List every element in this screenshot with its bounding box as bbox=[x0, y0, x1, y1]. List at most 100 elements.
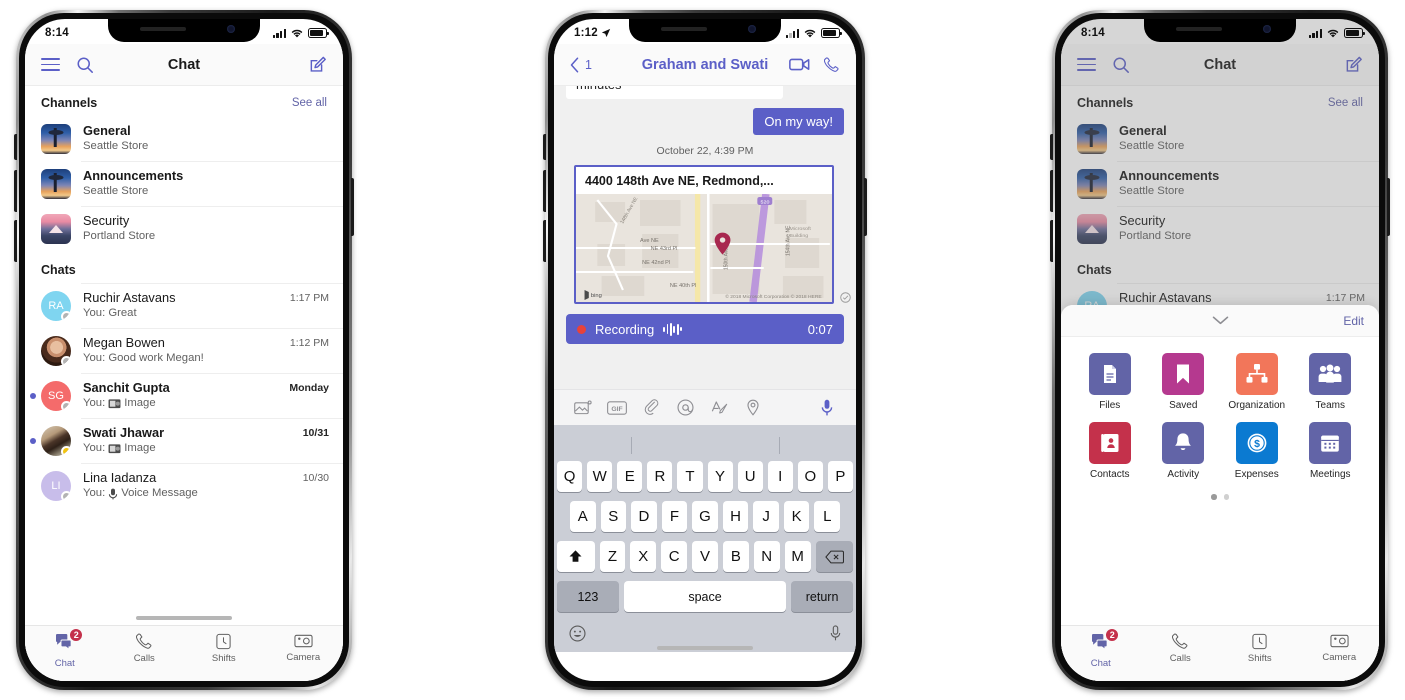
nav-left-group[interactable]: 1 bbox=[570, 56, 592, 73]
tab-calls[interactable]: Calls bbox=[105, 633, 185, 664]
page-dot-active[interactable] bbox=[1211, 494, 1217, 500]
volume-up-button[interactable] bbox=[1050, 170, 1053, 212]
silent-switch[interactable] bbox=[14, 134, 17, 160]
chat-row-megan[interactable]: Megan Bowen You: Good work Megan! 1:12 P… bbox=[25, 328, 343, 373]
chevron-left-icon[interactable] bbox=[570, 56, 579, 73]
power-button[interactable] bbox=[864, 178, 867, 236]
avatar: SG bbox=[41, 380, 71, 411]
key-W[interactable]: W bbox=[587, 461, 613, 492]
app-expenses[interactable]: $ Expenses bbox=[1220, 422, 1294, 480]
emoji-icon[interactable] bbox=[569, 625, 586, 642]
image-icon[interactable] bbox=[566, 400, 600, 415]
app-organization[interactable]: Organization bbox=[1220, 353, 1294, 411]
message-thread[interactable]: minutes On my way! October 22, 4:39 PM 4… bbox=[554, 86, 856, 389]
recording-bar[interactable]: Recording 0:07 bbox=[566, 314, 844, 344]
tab-calls[interactable]: Calls bbox=[1141, 633, 1221, 664]
hamburger-icon[interactable] bbox=[41, 57, 60, 72]
key-U[interactable]: U bbox=[737, 461, 763, 492]
key-V[interactable]: V bbox=[692, 541, 718, 572]
chat-row-lina[interactable]: LI Lina Iadanza You: Voice Message 10/30 bbox=[25, 463, 343, 508]
key-J[interactable]: J bbox=[753, 501, 779, 532]
app-files[interactable]: Files bbox=[1073, 353, 1147, 411]
key-M[interactable]: M bbox=[784, 541, 811, 572]
tab-chat[interactable]: 2 Chat bbox=[1061, 628, 1141, 669]
tab-shifts[interactable]: Shifts bbox=[184, 633, 264, 664]
key-Z[interactable]: Z bbox=[599, 541, 626, 572]
map-view[interactable]: 520 NE 43rd Pl NE 42nd Pl NE 40th Pl Ave… bbox=[576, 194, 832, 302]
key-S[interactable]: S bbox=[600, 501, 627, 532]
message-outgoing[interactable]: On my way! bbox=[554, 99, 856, 135]
microphone-icon[interactable] bbox=[810, 399, 844, 417]
tab-camera[interactable]: Camera bbox=[264, 633, 344, 663]
key-L[interactable]: L bbox=[814, 501, 841, 532]
key-X[interactable]: X bbox=[630, 541, 657, 572]
location-pin-icon[interactable] bbox=[736, 399, 770, 416]
map-message[interactable]: 4400 148th Ave NE, Redmond,... 520 NE 43… bbox=[554, 165, 856, 304]
gif-icon[interactable]: GIF bbox=[600, 400, 634, 415]
return-key[interactable]: return bbox=[791, 581, 854, 612]
see-all-link[interactable]: See all bbox=[292, 97, 327, 109]
key-R[interactable]: R bbox=[647, 461, 673, 492]
app-teams[interactable]: Teams bbox=[1294, 353, 1368, 411]
video-call-icon[interactable] bbox=[789, 57, 810, 72]
message-incoming-partial[interactable]: minutes bbox=[554, 86, 856, 99]
volume-down-button[interactable] bbox=[1050, 220, 1053, 262]
key-I[interactable]: I bbox=[767, 461, 793, 492]
app-meetings[interactable]: Meetings bbox=[1294, 422, 1368, 480]
key-G[interactable]: G bbox=[692, 501, 718, 532]
chat-row-sanchit[interactable]: SG Sanchit Gupta You: Image Monday bbox=[25, 373, 343, 418]
on-screen-keyboard[interactable]: Q W E R T Y U I O P A S D F G H J K L Z … bbox=[554, 425, 856, 652]
audio-call-icon[interactable] bbox=[824, 56, 840, 73]
space-key[interactable]: space bbox=[623, 581, 787, 612]
mention-icon[interactable] bbox=[668, 399, 702, 416]
volume-down-button[interactable] bbox=[543, 220, 546, 262]
microphone-icon[interactable] bbox=[830, 625, 841, 642]
channel-row-general[interactable]: General Seattle Store bbox=[25, 116, 343, 161]
volume-up-button[interactable] bbox=[14, 170, 17, 212]
volume-up-button[interactable] bbox=[543, 170, 546, 212]
tab-chat[interactable]: 2 Chat bbox=[25, 628, 105, 669]
chat-list[interactable]: Channels See all General Seattle Store A… bbox=[25, 86, 343, 681]
numeric-key[interactable]: 123 bbox=[557, 581, 619, 612]
power-button[interactable] bbox=[1387, 178, 1390, 236]
key-H[interactable]: H bbox=[722, 501, 749, 532]
location-card[interactable]: 4400 148th Ave NE, Redmond,... 520 NE 43… bbox=[574, 165, 834, 304]
key-K[interactable]: K bbox=[783, 501, 810, 532]
backspace-icon[interactable] bbox=[815, 541, 854, 572]
key-T[interactable]: T bbox=[677, 461, 703, 492]
power-button[interactable] bbox=[351, 178, 354, 236]
key-Q[interactable]: Q bbox=[557, 461, 583, 492]
search-icon[interactable] bbox=[76, 56, 94, 74]
key-Y[interactable]: Y bbox=[707, 461, 733, 492]
app-saved[interactable]: Saved bbox=[1147, 353, 1221, 411]
volume-down-button[interactable] bbox=[14, 220, 17, 262]
channel-row-security[interactable]: Security Portland Store bbox=[25, 206, 343, 251]
back-count[interactable]: 1 bbox=[585, 58, 592, 72]
key-O[interactable]: O bbox=[797, 461, 823, 492]
key-A[interactable]: A bbox=[569, 501, 596, 532]
paperclip-icon[interactable] bbox=[634, 399, 668, 416]
app-contacts[interactable]: Contacts bbox=[1073, 422, 1147, 480]
silent-switch[interactable] bbox=[543, 134, 546, 160]
chat-row-ruchir[interactable]: RA Ruchir Astavans You: Great 1:17 PM bbox=[25, 283, 343, 328]
key-F[interactable]: F bbox=[661, 501, 688, 532]
chevron-down-icon[interactable] bbox=[1212, 316, 1229, 325]
page-dot[interactable] bbox=[1223, 494, 1229, 500]
key-D[interactable]: D bbox=[631, 501, 657, 532]
key-C[interactable]: C bbox=[661, 541, 688, 572]
key-B[interactable]: B bbox=[722, 541, 749, 572]
format-text-icon[interactable] bbox=[702, 399, 736, 416]
compose-icon[interactable] bbox=[309, 56, 327, 74]
predictive-bar[interactable] bbox=[557, 429, 853, 461]
key-E[interactable]: E bbox=[617, 461, 643, 492]
tab-shifts[interactable]: Shifts bbox=[1220, 633, 1300, 664]
chat-row-swati[interactable]: Swati Jhawar You: Image 10/31 bbox=[25, 418, 343, 463]
silent-switch[interactable] bbox=[1050, 134, 1053, 160]
channel-row-announcements[interactable]: Announcements Seattle Store bbox=[25, 161, 343, 206]
edit-button[interactable]: Edit bbox=[1343, 314, 1364, 328]
tab-camera[interactable]: Camera bbox=[1300, 633, 1380, 663]
app-activity[interactable]: Activity bbox=[1147, 422, 1221, 480]
key-P[interactable]: P bbox=[827, 461, 853, 492]
shift-arrow-icon[interactable] bbox=[557, 541, 595, 572]
key-N[interactable]: N bbox=[753, 541, 780, 572]
